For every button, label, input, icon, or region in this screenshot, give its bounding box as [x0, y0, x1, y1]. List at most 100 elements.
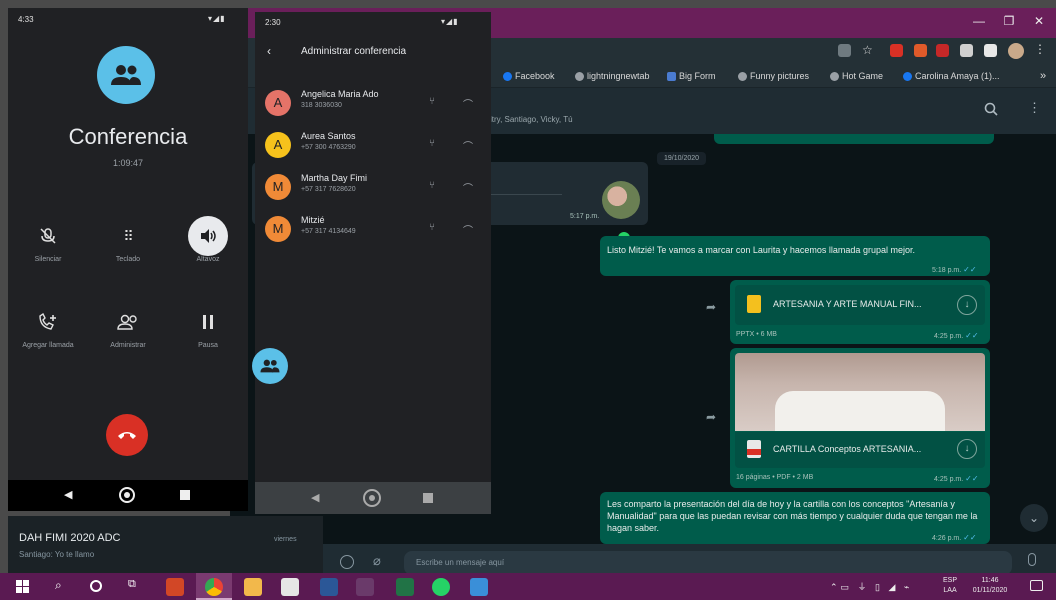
chat-date: viernes [274, 536, 297, 543]
conference-avatar [97, 46, 155, 104]
document-box[interactable]: CARTILLA Conceptos ARTESANIA... ↓ [735, 432, 985, 468]
app-icon[interactable] [356, 578, 374, 596]
search-icon[interactable]: ⌕ [55, 578, 62, 593]
avatar: M [265, 216, 291, 242]
facebook-icon [503, 71, 512, 81]
scroll-down-button[interactable]: ⌄ [1020, 504, 1048, 532]
screen-title: Administrar conferencia [301, 46, 407, 57]
emoji-icon[interactable] [340, 555, 354, 569]
bookmarks-overflow-button[interactable]: » [1040, 69, 1046, 83]
sender-avatar[interactable] [602, 181, 640, 219]
bookmark-lightningnewtab[interactable]: lightningnewtab [575, 69, 650, 83]
file-explorer-icon[interactable] [244, 578, 262, 596]
whatsapp-icon[interactable] [432, 578, 450, 596]
document-preview[interactable] [735, 353, 985, 431]
manage-button[interactable]: Administrar [93, 302, 163, 349]
windows-start-icon[interactable] [16, 580, 29, 593]
bookmark-funny-pictures[interactable]: Funny pictures [738, 69, 809, 83]
bookmark-carolina-amaya[interactable]: Carolina Amaya (1)... [903, 69, 1000, 83]
powerpoint-icon[interactable] [166, 578, 184, 596]
document-title: ARTESANIA Y ARTE MANUAL FIN... [773, 299, 922, 309]
bookmark-facebook[interactable]: Facebook [503, 69, 555, 83]
split-call-icon[interactable]: ⑂ [429, 180, 435, 191]
speaker-button[interactable]: Altavoz [173, 216, 243, 263]
forward-icon[interactable]: ➦ [706, 300, 716, 314]
add-call-button[interactable]: Agregar llamada [13, 302, 83, 349]
chevron-down-icon: ⌄ [1028, 511, 1040, 525]
document-message[interactable]: CARTILLA Conceptos ARTESANIA... ↓ 16 pág… [730, 348, 990, 488]
more-vert-icon[interactable]: ⋮ [1034, 42, 1046, 56]
bookmark-big-form[interactable]: Big Form [667, 69, 716, 83]
document-meta: PPTX • 6 MB [736, 331, 777, 338]
message-input[interactable]: Escribe un mensaje aquí [404, 551, 1012, 575]
puzzle-icon[interactable] [984, 44, 997, 57]
dialpad-icon: ⠿ [123, 227, 133, 244]
close-button[interactable]: ✕ [1028, 14, 1050, 32]
message-time: 5:17 p.m. [570, 213, 600, 220]
participant-row[interactable]: M Mitzié +57 317 4134649 ⑂ ⌒ [255, 208, 491, 250]
word-icon[interactable] [320, 578, 338, 596]
mute-button[interactable]: Silenciar [13, 216, 83, 263]
document-box[interactable]: ARTESANIA Y ARTE MANUAL FIN... ↓ [735, 285, 985, 325]
recents-icon[interactable] [180, 490, 190, 500]
document-message[interactable]: ARTESANIA Y ARTE MANUAL FIN... ↓ PPTX • … [730, 280, 990, 344]
disconnect-icon[interactable]: ⌒ [463, 180, 473, 195]
cast-icon[interactable] [838, 44, 851, 57]
forward-icon[interactable]: ➦ [706, 410, 716, 424]
excel-icon[interactable] [396, 578, 414, 596]
globe-icon [738, 71, 747, 81]
participant-row[interactable]: A Angelica Maria Ado 318 3036030 ⑂ ⌒ [255, 82, 491, 124]
home-icon[interactable] [119, 487, 135, 503]
split-call-icon[interactable]: ⑂ [429, 138, 435, 149]
avatar: M [265, 174, 291, 200]
outgoing-message[interactable]: Listo Mitzié! Te vamos a marcar con Laur… [600, 236, 990, 276]
hang-up-button[interactable] [106, 414, 148, 456]
cortana-icon[interactable] [90, 580, 102, 592]
extension-icon[interactable] [960, 44, 973, 57]
disconnect-icon[interactable]: ⌒ [463, 138, 473, 153]
outgoing-message[interactable]: Les comparto la presentación del día de … [600, 492, 990, 544]
recents-icon[interactable] [423, 493, 433, 503]
download-icon[interactable]: ↓ [957, 439, 977, 459]
participant-row[interactable]: M Martha Day Fimi +57 317 7628620 ⑂ ⌒ [255, 166, 491, 208]
pdf-extension-icon[interactable] [936, 44, 949, 57]
chrome-taskbar-button[interactable] [196, 573, 232, 600]
read-check-icon: ✓✓ [965, 474, 979, 483]
form-icon [667, 71, 676, 81]
download-icon[interactable]: ↓ [957, 295, 977, 315]
system-tray-icons[interactable]: ⌃▭ ⏚ ▯ ◢ ⌁ [830, 580, 912, 593]
participant-row[interactable]: A Aurea Santos +57 300 4763290 ⑂ ⌒ [255, 124, 491, 166]
split-call-icon[interactable]: ⑂ [429, 96, 435, 107]
maximize-button[interactable]: ❐ [998, 14, 1020, 32]
notifications-icon[interactable] [1030, 580, 1043, 591]
clock[interactable]: 11:46 01/11/2020 [970, 576, 1010, 596]
back-icon[interactable]: ◀ [311, 491, 319, 504]
extension-icon[interactable] [914, 44, 927, 57]
task-view-icon[interactable]: ⧉ [128, 578, 136, 591]
menu-icon[interactable]: ⋮ [1028, 100, 1041, 116]
call-bubble[interactable] [252, 348, 288, 384]
avatar: A [265, 132, 291, 158]
search-icon[interactable] [984, 102, 998, 116]
disconnect-icon[interactable]: ⌒ [463, 222, 473, 237]
profile-avatar[interactable] [1008, 43, 1024, 59]
chat-list-item[interactable]: DAH FIMI 2020 ADC Santiago: Yo te llamo … [8, 516, 323, 573]
back-icon[interactable]: ◀ [64, 488, 72, 501]
bookmark-hot-game[interactable]: Hot Game [830, 69, 883, 83]
split-call-icon[interactable]: ⑂ [429, 222, 435, 233]
microphone-icon[interactable] [1028, 553, 1036, 566]
store-icon[interactable] [281, 578, 299, 596]
hold-button[interactable]: Pausa [173, 302, 243, 349]
back-arrow-icon[interactable]: ‹ [267, 44, 271, 58]
dialpad-button[interactable]: ⠿ Teclado [93, 216, 163, 264]
star-icon[interactable]: ☆ [862, 43, 873, 57]
disconnect-icon[interactable]: ⌒ [463, 96, 473, 111]
minimize-button[interactable]: — [968, 14, 990, 32]
status-time: 4:33 [18, 15, 34, 24]
home-icon[interactable] [363, 489, 381, 507]
pdf-file-icon [747, 440, 761, 458]
attach-icon[interactable]: ⌀ [373, 553, 381, 569]
photos-icon[interactable] [470, 578, 488, 596]
input-language[interactable]: ESP LAA [943, 576, 957, 596]
extension-icon[interactable] [890, 44, 903, 57]
